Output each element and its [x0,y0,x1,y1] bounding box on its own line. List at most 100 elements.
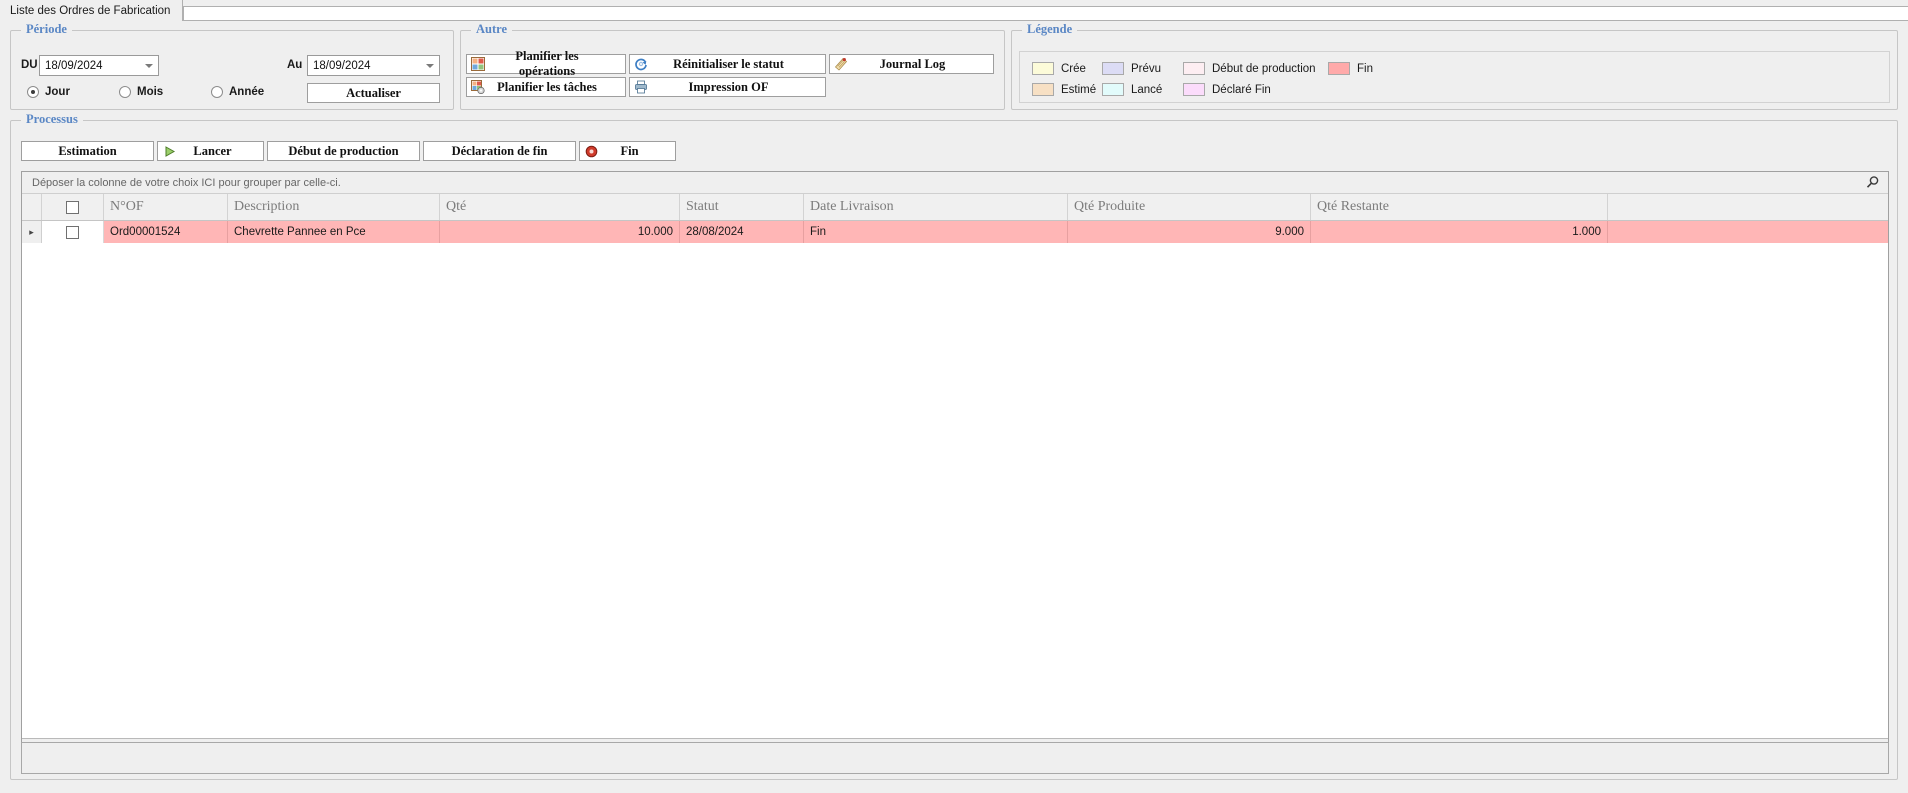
grid-color-icon [467,57,489,71]
header-row-indicator [22,194,42,220]
printer-icon [630,80,652,94]
header-nof[interactable]: N°OF [104,194,228,220]
radio-indicator-icon [211,86,223,98]
reinitialiser-statut-label: Réinitialiser le statut [673,56,784,71]
play-green-icon [158,145,180,158]
legend-label: Estimé [1061,83,1097,96]
autre-group: Autre Planifier les opérations Planifier… [460,22,1005,110]
tab-label: Liste des Ordres de Fabrication [10,4,171,17]
legend-label: Prévu [1131,62,1162,75]
row-checkbox[interactable] [66,225,79,239]
legend-item-debut-production: Début de production [1183,62,1316,75]
table-row[interactable]: ▸ Ord00001524 Chevrette Pannee en Pce 10… [22,221,1888,243]
journal-log-button[interactable]: Journal Log [829,54,994,74]
legend-item-lance: Lancé [1102,83,1162,96]
header-qte[interactable]: Qté [440,194,680,220]
reinitialiser-statut-button[interactable]: Réinitialiser le statut [629,54,826,74]
au-label: Au [287,59,303,71]
header-statut[interactable]: Statut [680,194,804,220]
legend-swatch [1328,62,1350,75]
header-date-livraison[interactable]: Date Livraison [804,194,1068,220]
legend-swatch [1032,83,1054,96]
cell-qte-produite: 9.000 [1068,221,1311,243]
legend-label: Crée [1061,62,1086,75]
declaration-fin-label: Déclaration de fin [451,143,548,158]
radio-jour[interactable]: Jour [27,86,70,98]
journal-log-label: Journal Log [879,56,946,71]
row-select-cell[interactable] [42,221,104,243]
chevron-down-icon [145,64,153,68]
legend-label: Lancé [1131,83,1163,96]
planifier-taches-label: Planifier les tâches [497,79,597,94]
tab-liste-ordres-fabrication[interactable]: Liste des Ordres de Fabrication [0,0,184,21]
cell-statut: 28/08/2024 [680,221,804,243]
planifier-operations-label: Planifier les opérations [515,49,579,78]
cell-nof: Ord00001524 [104,221,228,243]
header-description[interactable]: Description [228,194,440,220]
du-date-combo[interactable]: 18/09/2024 [39,55,159,76]
radio-mois[interactable]: Mois [119,86,163,98]
legend-swatch [1102,62,1124,75]
legend-swatch [1183,62,1205,75]
radio-annee[interactable]: Année [211,86,264,98]
impression-of-label: Impression OF [688,79,769,94]
cell-date-livraison: Fin [804,221,1068,243]
cell-qte: 10.000 [440,221,680,243]
legend-label: Déclaré Fin [1212,83,1271,96]
actualiser-button[interactable]: Actualiser [307,83,440,103]
du-label: DU [21,59,38,71]
select-all-checkbox[interactable] [66,200,79,214]
row-indicator-icon: ▸ [22,221,42,243]
search-icon[interactable] [1865,175,1880,193]
au-date-value: 18/09/2024 [313,59,371,72]
grid-header-row: N°OF Description Qté Statut Date Livrais… [22,194,1888,221]
legende-group: Légende Crée Prévu Début de production F… [1011,22,1898,110]
du-date-value: 18/09/2024 [45,59,103,72]
lancer-button[interactable]: Lancer [157,141,264,161]
periode-group: Période DU 18/09/2024 Au 18/09/2024 Jour… [10,22,454,110]
legend-item-prevu: Prévu [1102,62,1161,75]
periode-title: Période [21,22,72,37]
radio-annee-label: Année [229,86,265,98]
impression-of-button[interactable]: Impression OF [629,77,826,97]
processus-title: Processus [21,112,83,127]
fin-label: Fin [620,143,639,158]
estimation-button[interactable]: Estimation [21,141,154,161]
autre-title: Autre [471,22,513,37]
grid-empty-area [22,243,1888,738]
header-qte-restante[interactable]: Qté Restante [1311,194,1608,220]
radio-indicator-icon [119,86,131,98]
orders-grid: Déposer la colonne de votre choix ICI po… [21,171,1889,763]
legende-title: Légende [1022,22,1078,37]
notebook-icon [830,57,852,71]
legende-panel: Crée Prévu Début de production Fin Estim… [1019,51,1890,103]
grid-gear-icon [467,80,489,94]
chevron-down-icon [426,64,434,68]
legend-swatch [1032,62,1054,75]
estimation-label: Estimation [58,143,117,158]
legend-item-fin: Fin [1328,62,1373,75]
header-select-all[interactable] [42,194,104,220]
stop-red-icon [580,145,602,158]
group-by-hint: Déposer la colonne de votre choix ICI po… [32,176,341,189]
bottom-status-strip [21,742,1889,774]
tab-strip-filler [183,6,1908,21]
legend-item-declare-fin: Déclaré Fin [1183,83,1271,96]
legend-item-estime: Estimé [1032,83,1096,96]
debut-production-label: Début de production [288,143,399,158]
legend-label: Début de production [1212,62,1316,75]
planifier-operations-button[interactable]: Planifier les opérations [466,49,626,78]
au-date-combo[interactable]: 18/09/2024 [307,55,440,76]
radio-indicator-icon [27,86,39,98]
processus-group: Processus Estimation Lancer Début de pro… [10,112,1898,780]
group-by-drop-area[interactable]: Déposer la colonne de votre choix ICI po… [22,172,1888,194]
legend-swatch [1183,83,1205,96]
header-qte-produite[interactable]: Qté Produite [1068,194,1311,220]
tab-strip: Liste des Ordres de Fabrication [0,0,1908,21]
planifier-taches-button[interactable]: Planifier les tâches [466,77,626,97]
legend-label: Fin [1357,62,1373,75]
fin-button[interactable]: Fin [579,141,676,161]
cell-qte-restante: 1.000 [1311,221,1608,243]
debut-production-button[interactable]: Début de production [267,141,420,161]
declaration-fin-button[interactable]: Déclaration de fin [423,141,576,161]
